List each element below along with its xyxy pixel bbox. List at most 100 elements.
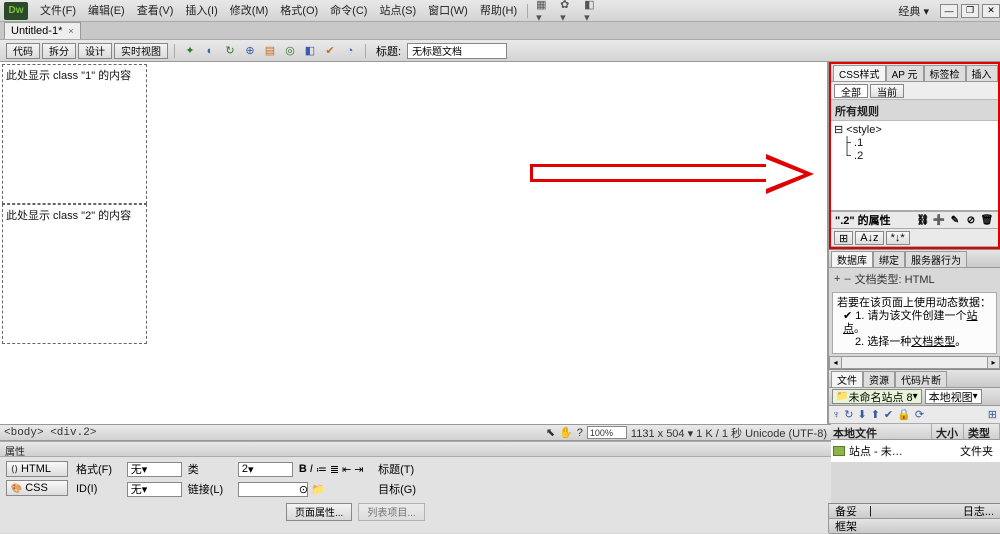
workspace-label[interactable]: 经典 ▾	[890, 3, 937, 19]
css-tab-current[interactable]: 当前	[870, 84, 904, 98]
css-rules-tree[interactable]: ⊟ <style> ├ .1 └ .2	[831, 121, 998, 211]
document-tab[interactable]: Untitled-1* ×	[4, 22, 81, 39]
ul-icon[interactable]: ≔	[316, 463, 327, 476]
italic-button[interactable]: I	[310, 463, 313, 475]
scroll-right-icon[interactable]: ▸	[987, 356, 1000, 369]
db-remove-button[interactable]: –	[844, 273, 850, 285]
check-page-icon[interactable]: ◔	[342, 43, 358, 59]
checkout-icon[interactable]: ✔	[884, 408, 893, 421]
menu-format[interactable]: 格式(O)	[274, 0, 324, 22]
layout-div-2[interactable]: 此处显示 class "2" 的内容	[2, 204, 147, 344]
tab-files[interactable]: 文件	[831, 371, 863, 387]
class-select[interactable]: 2 ▾	[238, 462, 293, 477]
menu-commands[interactable]: 命令(C)	[324, 0, 373, 22]
attach-stylesheet-icon[interactable]: ⛓	[916, 213, 930, 227]
window-restore-button[interactable]: ❐	[961, 4, 979, 18]
view-live-button[interactable]: 实时视图	[114, 43, 168, 59]
zoom-level[interactable]: 100%	[587, 426, 627, 439]
point-to-file-icon[interactable]: ⊙	[299, 483, 308, 496]
db-add-button[interactable]: +	[834, 273, 840, 285]
properties-header[interactable]: 属性	[0, 442, 831, 457]
ol-icon[interactable]: ≣	[330, 463, 339, 476]
sync-icon[interactable]: ⟳	[915, 408, 924, 421]
menu-site[interactable]: 站点(S)	[373, 0, 422, 22]
tab-assets[interactable]: 资源	[863, 371, 895, 387]
link-input[interactable]	[238, 482, 308, 497]
menu-view[interactable]: 查看(V)	[131, 0, 180, 22]
put-files-icon[interactable]: ⬆	[871, 408, 880, 421]
checkin-icon[interactable]: 🔒	[897, 408, 911, 421]
rule-class-1[interactable]: ├ .1	[834, 137, 995, 150]
bold-button[interactable]: B	[299, 463, 307, 475]
inspect-icon[interactable]: ◐	[202, 43, 218, 59]
visual-aids-icon[interactable]: ◧	[302, 43, 318, 59]
props-html-tab[interactable]: ⟨⟩ HTML	[6, 461, 68, 477]
col-type[interactable]: 类型	[964, 424, 1000, 439]
file-management-icon[interactable]: ▤	[262, 43, 278, 59]
extension-icon[interactable]: ✿ ▾	[560, 3, 576, 19]
live-code-icon[interactable]: ✦	[182, 43, 198, 59]
db-doctype-link[interactable]: 文档类型	[911, 336, 955, 348]
menu-insert[interactable]: 插入(I)	[179, 0, 223, 22]
tab-sidebar[interactable]: 备妥	[829, 503, 863, 519]
document-tab-close-icon[interactable]: ×	[68, 26, 73, 36]
tab-tag-inspector[interactable]: 标签检	[924, 65, 966, 81]
sort-set-button[interactable]: *↓*	[886, 231, 910, 245]
tab-server-behaviors[interactable]: 服务器行为	[905, 251, 967, 267]
sort-category-icon[interactable]: ⊞	[834, 231, 853, 245]
globe-icon[interactable]: ⊕	[242, 43, 258, 59]
hand-tool-icon[interactable]: ✋	[559, 426, 573, 439]
tab-frames[interactable]: 框架	[829, 518, 863, 534]
file-list[interactable]: 站点 - 未… 文件夹	[829, 440, 1000, 462]
menu-file[interactable]: 文件(F)	[34, 0, 82, 22]
props-css-tab[interactable]: 🎨 CSS	[6, 480, 68, 496]
connect-icon[interactable]: ♆	[832, 409, 840, 421]
window-close-button[interactable]: ✕	[982, 4, 1000, 18]
view-split-button[interactable]: 拆分	[42, 43, 76, 59]
id-select[interactable]: 无 ▾	[127, 482, 182, 497]
view-code-button[interactable]: 代码	[6, 43, 40, 59]
page-properties-button[interactable]: 页面属性...	[286, 503, 352, 521]
delete-rule-icon[interactable]: 🗑	[980, 213, 994, 227]
tab-log[interactable]: 日志...	[957, 503, 1000, 519]
disable-rule-icon[interactable]: ⊘	[964, 213, 978, 227]
sort-az-button[interactable]: A↓z	[855, 231, 883, 245]
validate-icon[interactable]: ✔	[322, 43, 338, 59]
get-files-icon[interactable]: ⬇	[857, 408, 866, 421]
indent-icon[interactable]: ⇥	[354, 463, 363, 476]
rule-style-root[interactable]: ⊟ <style>	[834, 124, 995, 137]
edit-rule-icon[interactable]: ✎	[948, 213, 962, 227]
tab-insert[interactable]: 插入	[966, 65, 998, 81]
window-minimize-button[interactable]: —	[940, 4, 958, 18]
refresh-files-icon[interactable]: ↻	[844, 408, 853, 421]
tab-ap-elements[interactable]: AP 元	[886, 65, 924, 81]
refresh-icon[interactable]: ↻	[222, 43, 238, 59]
menu-help[interactable]: 帮助(H)	[474, 0, 523, 22]
scroll-left-icon[interactable]: ◂	[829, 356, 842, 369]
expand-panel-icon[interactable]: ⊞	[988, 408, 997, 421]
page-title-input[interactable]	[407, 43, 507, 59]
db-hscroll[interactable]: ◂ ▸	[829, 356, 1000, 369]
menu-edit[interactable]: 编辑(E)	[82, 0, 131, 22]
menu-modify[interactable]: 修改(M)	[224, 0, 275, 22]
tag-selector[interactable]: <body> <div.2>	[4, 427, 96, 439]
tab-css-styles[interactable]: CSS样式	[833, 65, 886, 81]
design-canvas[interactable]: 此处显示 class "1" 的内容 此处显示 class "2" 的内容	[0, 62, 828, 424]
menu-window[interactable]: 窗口(W)	[422, 0, 474, 22]
new-rule-icon[interactable]: ➕	[932, 213, 946, 227]
browse-folder-icon[interactable]: 📁	[311, 483, 325, 496]
layout-div-1[interactable]: 此处显示 class "1" 的内容	[2, 64, 147, 204]
col-localfile[interactable]: 本地文件	[829, 424, 932, 439]
layout-grid-icon[interactable]: ▦ ▾	[536, 3, 552, 19]
rule-class-2[interactable]: └ .2	[834, 150, 995, 163]
tab-database[interactable]: 数据库	[831, 251, 873, 267]
col-size[interactable]: 大小	[932, 424, 964, 439]
file-row[interactable]: 站点 - 未… 文件夹	[831, 442, 998, 460]
tab-snippets[interactable]: 代码片断	[895, 371, 947, 387]
view-design-button[interactable]: 设计	[78, 43, 112, 59]
zoom-tool-icon[interactable]: ?	[577, 427, 583, 439]
preview-browser-icon[interactable]: ◎	[282, 43, 298, 59]
app-frame-icon[interactable]: ◧ ▾	[584, 3, 600, 19]
tab-bindings[interactable]: 绑定	[873, 251, 905, 267]
outdent-icon[interactable]: ⇤	[342, 463, 351, 476]
